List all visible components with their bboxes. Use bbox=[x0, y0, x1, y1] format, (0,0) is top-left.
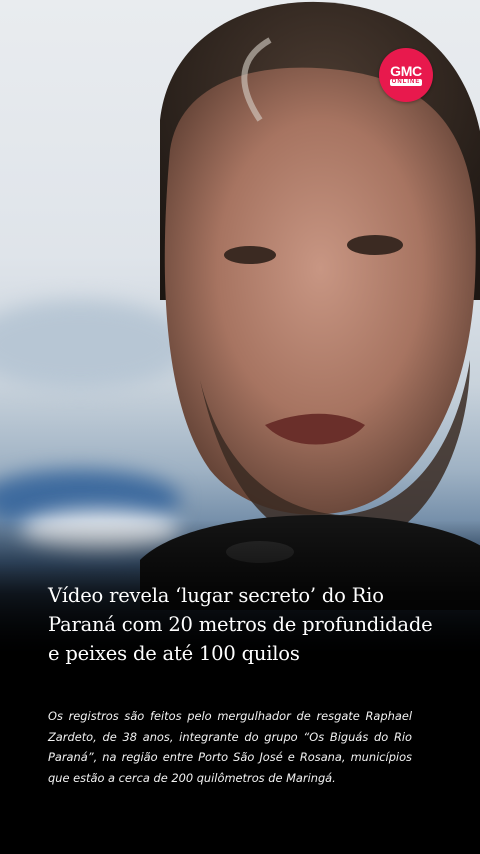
logo-subtext: ONLINE bbox=[389, 79, 423, 86]
gmc-online-logo: GMC ONLINE bbox=[379, 48, 433, 102]
logo-text: GMC bbox=[390, 63, 422, 79]
text-scrim bbox=[0, 520, 480, 854]
article-summary: Os registros são feitos pelo mergulhador… bbox=[48, 709, 412, 785]
headline: Vídeo revela ‘lugar secreto’ do Rio Para… bbox=[48, 584, 433, 665]
diver-portrait bbox=[140, 1, 480, 610]
